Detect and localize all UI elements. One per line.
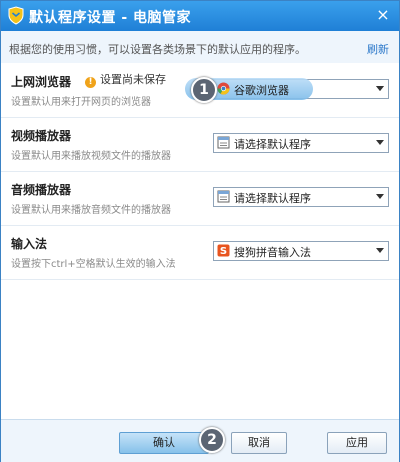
row-title: 音频播放器 — [11, 183, 72, 197]
shield-logo-icon — [8, 6, 24, 25]
chevron-down-icon — [376, 140, 384, 145]
select-value: 请选择默认程序 — [234, 138, 311, 151]
video-select[interactable]: 请选择默认程序 — [213, 133, 389, 153]
row-audio: 音频播放器 设置默认用来播放音频文件的播放器 请选择默认程序 — [1, 171, 399, 226]
row-title: 输入法 — [11, 237, 48, 251]
info-text: 根据您的使用习惯，可以设置各类场景下的默认应用的程序。 — [9, 43, 306, 56]
refresh-link[interactable]: 刷新 — [367, 41, 389, 57]
unsaved-warning: ! 设置尚未保存 — [85, 71, 166, 88]
window-title: 默认程序设置 - 电脑管家 — [29, 10, 192, 26]
confirm-button[interactable]: 确认 — [119, 432, 209, 454]
input-method-select[interactable]: S 搜狗拼音输入法 — [213, 241, 389, 261]
row-title: 视频播放器 — [11, 129, 72, 143]
info-bar: 根据您的使用习惯，可以设置各类场景下的默认应用的程序。 刷新 — [1, 31, 399, 64]
select-value: 搜狗拼音输入法 — [234, 246, 311, 259]
row-desc: 设置默认用来播放音频文件的播放器 — [11, 205, 171, 216]
settings-window: 默认程序设置 - 电脑管家 × 根据您的使用习惯，可以设置各类场景下的默认应用的… — [0, 0, 400, 462]
audio-select[interactable]: 请选择默认程序 — [213, 187, 389, 207]
select-value: 请选择默认程序 — [234, 192, 311, 205]
browser-select-overlay[interactable]: 谷歌浏览器 — [213, 79, 389, 99]
close-icon[interactable]: × — [373, 5, 393, 25]
chevron-down-icon — [376, 248, 384, 253]
row-input-method: 输入法 设置按下ctrl+空格默认生效的输入法 S 搜狗拼音输入法 — [1, 225, 399, 280]
settings-panel: 上网浏览器 !设置尚未保存 设置默认用来打开网页的浏览器 谷歌浏览器 视频播放器 — [1, 63, 399, 419]
row-desc: 设置按下ctrl+空格默认生效的输入法 — [11, 259, 176, 270]
sogou-icon: S — [217, 244, 230, 257]
chevron-down-icon — [376, 194, 384, 199]
generic-app-icon — [217, 190, 230, 203]
row-video: 视频播放器 设置默认用来播放视频文件的播放器 请选择默认程序 — [1, 117, 399, 172]
select-value: 谷歌浏览器 — [234, 84, 289, 97]
cancel-button[interactable]: 取消 — [231, 432, 287, 454]
footer: 确认 2 取消 应用 — [1, 419, 399, 462]
apply-button[interactable]: 应用 — [327, 432, 387, 454]
warning-icon: ! — [85, 77, 96, 88]
row-desc: 设置默认用来播放视频文件的播放器 — [11, 151, 171, 162]
svg-text:S: S — [220, 246, 227, 257]
generic-app-icon — [217, 136, 230, 149]
step-badge-1: 1 — [191, 77, 217, 103]
step-badge-2: 2 — [199, 427, 225, 453]
row-desc: 设置默认用来打开网页的浏览器 — [11, 97, 151, 108]
chevron-down-icon — [376, 86, 384, 91]
title-bar[interactable]: 默认程序设置 - 电脑管家 × — [1, 1, 399, 31]
chrome-icon — [217, 82, 230, 95]
row-title: 上网浏览器 — [11, 75, 72, 89]
